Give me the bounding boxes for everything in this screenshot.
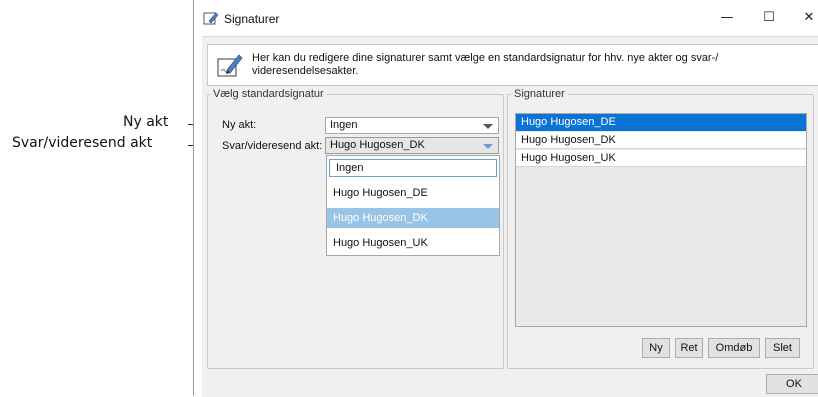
- rename-signature-button[interactable]: Omdøb: [708, 338, 760, 358]
- new-act-label: Ny akt:: [222, 119, 257, 131]
- signature-pen-icon: [203, 10, 219, 29]
- callout-reply-act: Svar/videresend akt: [12, 135, 153, 151]
- window-title: Signaturer: [224, 12, 280, 26]
- edit-signature-button[interactable]: Ret: [675, 338, 703, 358]
- ok-button[interactable]: OK: [766, 374, 818, 394]
- chevron-down-icon: [483, 144, 493, 149]
- dropdown-option[interactable]: Hugo Hugosen_UK: [327, 233, 499, 253]
- maximize-button[interactable]: ☐: [754, 6, 784, 30]
- reply-act-value: Hugo Hugosen_DK: [330, 139, 425, 151]
- list-item[interactable]: Hugo Hugosen_DK: [516, 132, 806, 149]
- callout-new-act: Ny akt: [123, 114, 169, 130]
- edit-signature-icon: [216, 51, 244, 82]
- default-signature-legend: Vælg standardsignatur: [210, 88, 327, 100]
- reply-act-label: Svar/videresend akt:: [222, 140, 323, 152]
- new-act-value: Ingen: [330, 119, 358, 131]
- reply-act-combo[interactable]: Hugo Hugosen_DK: [325, 137, 499, 154]
- close-button[interactable]: ✕: [794, 6, 818, 30]
- title-bar: Signaturer — ☐ ✕: [194, 0, 818, 36]
- list-item[interactable]: Hugo Hugosen_UK: [516, 150, 806, 167]
- reply-act-dropdown[interactable]: Ingen Hugo Hugosen_DE Hugo Hugosen_DK Hu…: [326, 155, 500, 256]
- list-item[interactable]: Hugo Hugosen_DE: [516, 114, 806, 131]
- minimize-button[interactable]: —: [712, 6, 742, 30]
- new-act-combo[interactable]: Ingen: [325, 117, 499, 134]
- delete-signature-button[interactable]: Slet: [765, 338, 800, 358]
- dropdown-option[interactable]: Hugo Hugosen_DE: [327, 183, 499, 203]
- info-text: Her kan du redigere dine signaturer samt…: [252, 52, 719, 77]
- new-signature-button[interactable]: Ny: [642, 338, 670, 358]
- chevron-down-icon: [483, 124, 493, 129]
- dropdown-option[interactable]: Hugo Hugosen_DK: [327, 208, 499, 228]
- signatures-legend: Signaturer: [511, 88, 568, 100]
- dropdown-option[interactable]: Ingen: [329, 159, 497, 177]
- signatures-list[interactable]: Hugo Hugosen_DE Hugo Hugosen_DK Hugo Hug…: [515, 113, 807, 327]
- info-banner: Her kan du redigere dine signaturer samt…: [207, 44, 818, 86]
